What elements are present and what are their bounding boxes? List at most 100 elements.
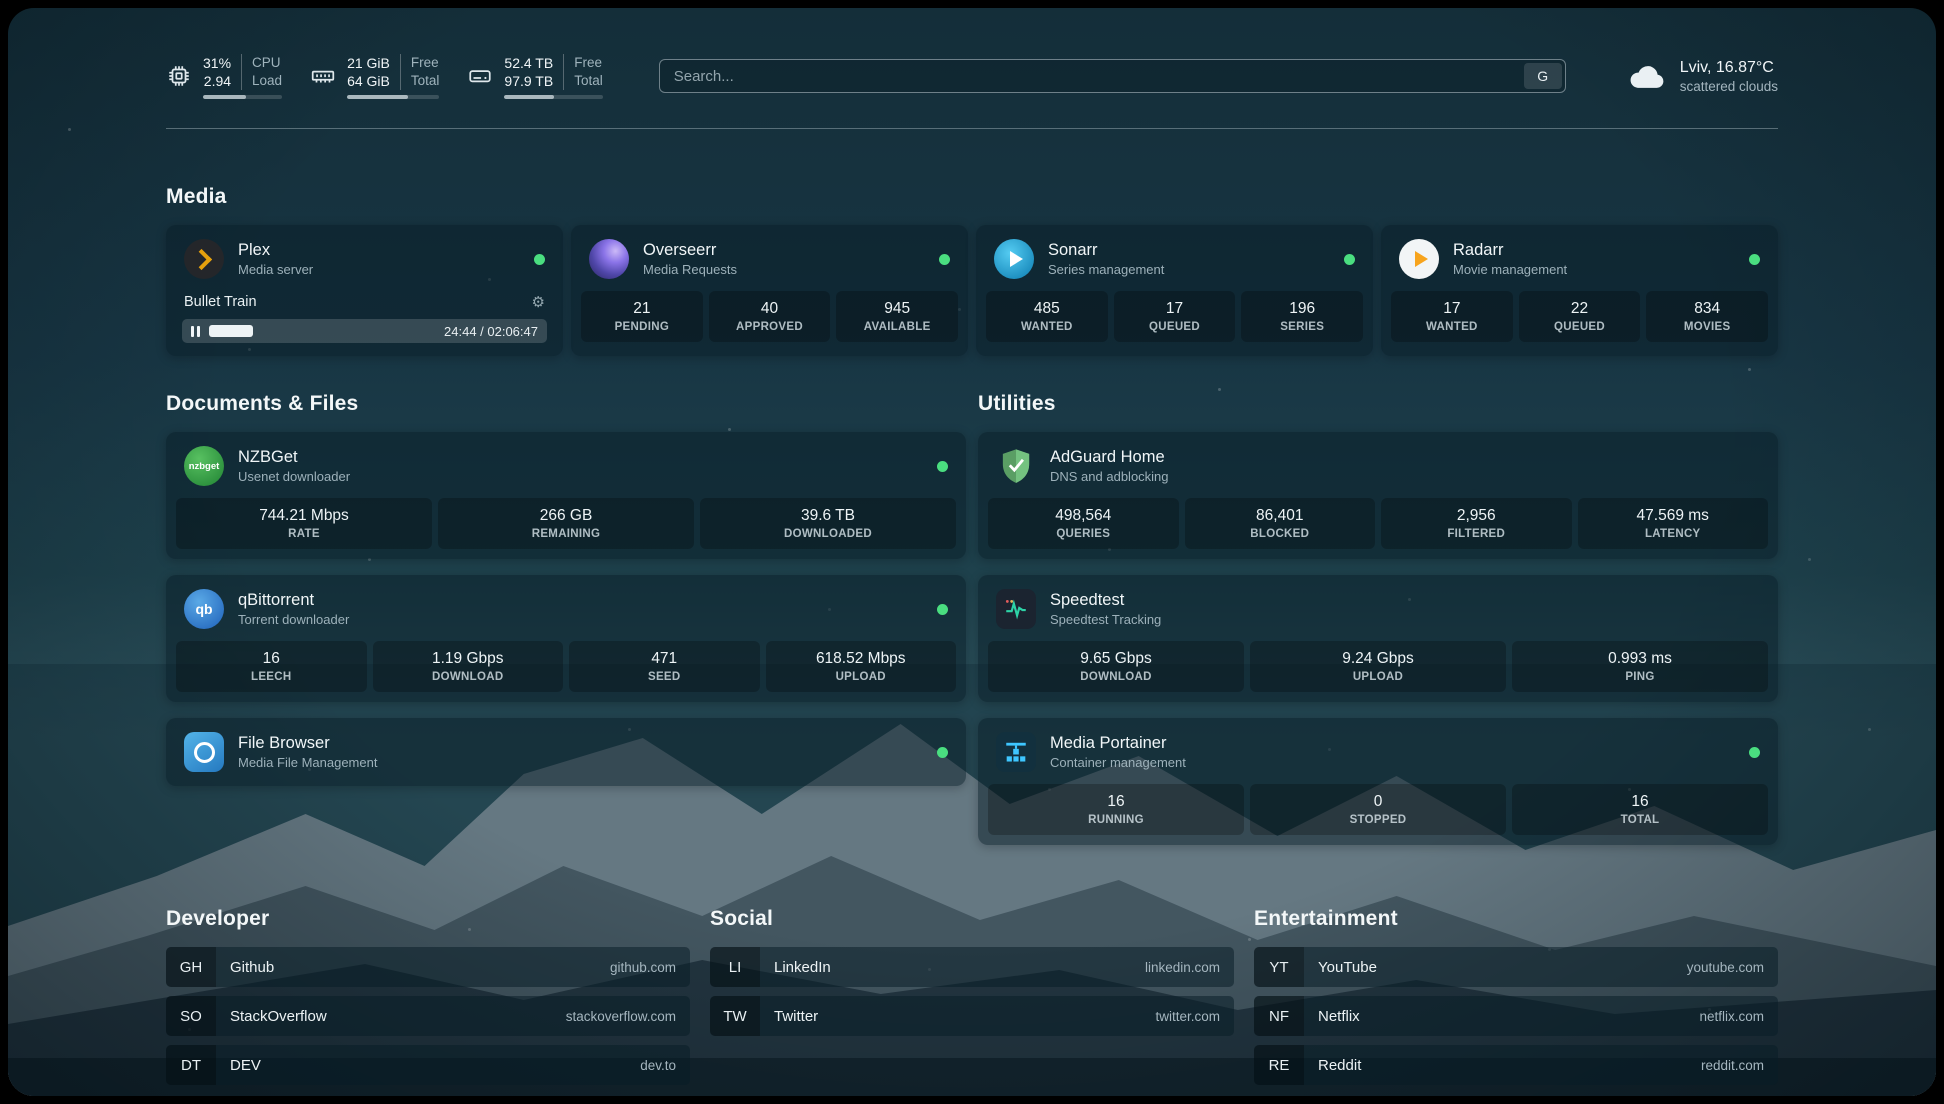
service-description: Media Requests <box>643 261 737 278</box>
plex-progress-bar[interactable] <box>209 325 435 337</box>
bookmark-stackoverflow[interactable]: SO StackOverflow stackoverflow.com <box>166 996 690 1036</box>
service-description: Movie management <box>1453 261 1567 278</box>
status-dot-online <box>1749 254 1760 265</box>
gear-icon[interactable]: ⚙ <box>532 293 545 311</box>
search-bar: G <box>659 59 1566 93</box>
bookmark-linkedin[interactable]: LI LinkedIn linkedin.com <box>710 947 1234 987</box>
bookmark-url: stackoverflow.com <box>566 1009 690 1024</box>
service-name: AdGuard Home <box>1050 447 1169 468</box>
memory-free-label: Free <box>411 54 440 72</box>
bookmark-youtube[interactable]: YT YouTube youtube.com <box>1254 947 1778 987</box>
service-description: Speedtest Tracking <box>1050 611 1161 628</box>
service-card-radarr[interactable]: Radarr Movie management 17WANTED 22QUEUE… <box>1381 225 1778 356</box>
bookmarks-section: Developer GH Github github.com SO StackO… <box>166 907 1778 1096</box>
bookmark-name: Netflix <box>1304 1008 1360 1025</box>
bookmark-abbr: TW <box>710 996 760 1036</box>
bookmark-group-entertainment: Entertainment YT YouTube youtube.com NF … <box>1254 907 1778 1085</box>
bookmark-abbr: DT <box>166 1045 216 1085</box>
bookmark-twitter[interactable]: TW Twitter twitter.com <box>710 996 1234 1036</box>
cpu-usage-value: 31% <box>203 54 231 72</box>
service-name: Sonarr <box>1048 240 1164 261</box>
search-input[interactable] <box>663 68 1524 85</box>
service-name: Media Portainer <box>1050 733 1186 754</box>
disk-usage-bar <box>504 95 602 99</box>
search-provider-button[interactable]: G <box>1524 63 1562 89</box>
bookmark-name: Github <box>216 959 274 976</box>
service-card-adguard[interactable]: AdGuard Home DNS and adblocking 498,564Q… <box>978 432 1778 559</box>
divider <box>241 54 242 90</box>
service-card-overseerr[interactable]: Overseerr Media Requests 21PENDING 40APP… <box>571 225 968 356</box>
bookmark-netflix[interactable]: NF Netflix netflix.com <box>1254 996 1778 1036</box>
weather-location: Lviv, 16.87°C <box>1680 58 1778 78</box>
service-card-portainer[interactable]: Media Portainer Container management 16R… <box>978 718 1778 845</box>
stat-running: 16RUNNING <box>988 784 1244 835</box>
now-playing-title: Bullet Train <box>184 294 257 310</box>
cpu-load-value: 2.94 <box>203 72 231 90</box>
playback-time: 24:44 / 02:06:47 <box>444 324 538 339</box>
stat-ping: 0.993 msPING <box>1512 641 1768 692</box>
memory-widget: 21 GiB 64 GiB Free Total <box>310 54 439 99</box>
status-dot-online <box>937 747 948 758</box>
stat-series: 196SERIES <box>1241 291 1363 342</box>
section-title-social: Social <box>710 907 1234 931</box>
disk-widget: 52.4 TB 97.9 TB Free Total <box>467 54 602 99</box>
memory-total-label: Total <box>411 72 440 90</box>
stat-latency: 47.569 msLATENCY <box>1578 498 1769 549</box>
service-name: Speedtest <box>1050 590 1161 611</box>
section-title-utilities: Utilities <box>978 392 1778 416</box>
bookmark-name: YouTube <box>1304 959 1377 976</box>
service-card-filebrowser[interactable]: File Browser Media File Management <box>166 718 966 786</box>
service-description: Series management <box>1048 261 1164 278</box>
stat-pending: 21PENDING <box>581 291 703 342</box>
bookmark-name: Reddit <box>1304 1057 1361 1074</box>
memory-free-value: 21 GiB <box>347 54 390 72</box>
bookmark-url: netflix.com <box>1699 1009 1778 1024</box>
cloud-icon <box>1626 60 1668 92</box>
section-title-documents-files: Documents & Files <box>166 392 966 416</box>
service-card-qbittorrent[interactable]: qb qBittorrent Torrent downloader 16LEEC… <box>166 575 966 702</box>
stat-downloaded: 39.6 TBDOWNLOADED <box>700 498 956 549</box>
bookmark-url: reddit.com <box>1701 1058 1778 1073</box>
bookmark-group-social: Social LI LinkedIn linkedin.com TW Twitt… <box>710 907 1234 1085</box>
stat-wanted: 485WANTED <box>986 291 1108 342</box>
service-card-plex[interactable]: Plex Media server Bullet Train ⚙ <box>166 225 563 356</box>
service-name: File Browser <box>238 733 377 754</box>
bookmark-group-developer: Developer GH Github github.com SO StackO… <box>166 907 690 1085</box>
stat-seed: 471SEED <box>569 641 760 692</box>
section-title-media: Media <box>166 185 1778 209</box>
stat-filtered: 2,956FILTERED <box>1381 498 1572 549</box>
status-dot-online <box>1344 254 1355 265</box>
bookmark-abbr: NF <box>1254 996 1304 1036</box>
radarr-icon <box>1399 239 1439 279</box>
stat-remaining: 266 GBREMAINING <box>438 498 694 549</box>
stat-download: 1.19 GbpsDOWNLOAD <box>373 641 564 692</box>
cpu-usage-bar <box>203 95 282 99</box>
disk-free-value: 52.4 TB <box>504 54 553 72</box>
stat-wanted: 17WANTED <box>1391 291 1513 342</box>
bookmark-github[interactable]: GH Github github.com <box>166 947 690 987</box>
bookmark-url: twitter.com <box>1155 1009 1234 1024</box>
bookmark-dev[interactable]: DT DEV dev.to <box>166 1045 690 1085</box>
bookmark-name: DEV <box>216 1057 261 1074</box>
bookmark-url: github.com <box>610 960 690 975</box>
stat-queued: 22QUEUED <box>1519 291 1641 342</box>
bookmark-reddit[interactable]: RE Reddit reddit.com <box>1254 1045 1778 1085</box>
bookmark-url: dev.to <box>640 1058 690 1073</box>
service-card-nzbget[interactable]: nzbget NZBGet Usenet downloader 744.21 M… <box>166 432 966 559</box>
service-description: DNS and adblocking <box>1050 468 1169 485</box>
divider <box>400 54 401 90</box>
cpu-load-label: Load <box>252 72 282 90</box>
service-name: qBittorrent <box>238 590 349 611</box>
service-card-speedtest[interactable]: Speedtest Speedtest Tracking 9.65 GbpsDO… <box>978 575 1778 702</box>
stat-stopped: 0STOPPED <box>1250 784 1506 835</box>
stat-available: 945AVAILABLE <box>836 291 958 342</box>
disk-free-label: Free <box>574 54 603 72</box>
overseerr-icon <box>589 239 629 279</box>
section-media: Media Plex Media server Bullet Train <box>166 185 1778 356</box>
filebrowser-icon <box>184 732 224 772</box>
pause-icon[interactable] <box>191 326 200 337</box>
plex-now-playing-widget: Bullet Train ⚙ 24:44 / 02:06:47 <box>166 293 563 356</box>
service-name: Radarr <box>1453 240 1567 261</box>
service-card-sonarr[interactable]: Sonarr Series management 485WANTED 17QUE… <box>976 225 1373 356</box>
adguard-icon <box>996 446 1036 486</box>
